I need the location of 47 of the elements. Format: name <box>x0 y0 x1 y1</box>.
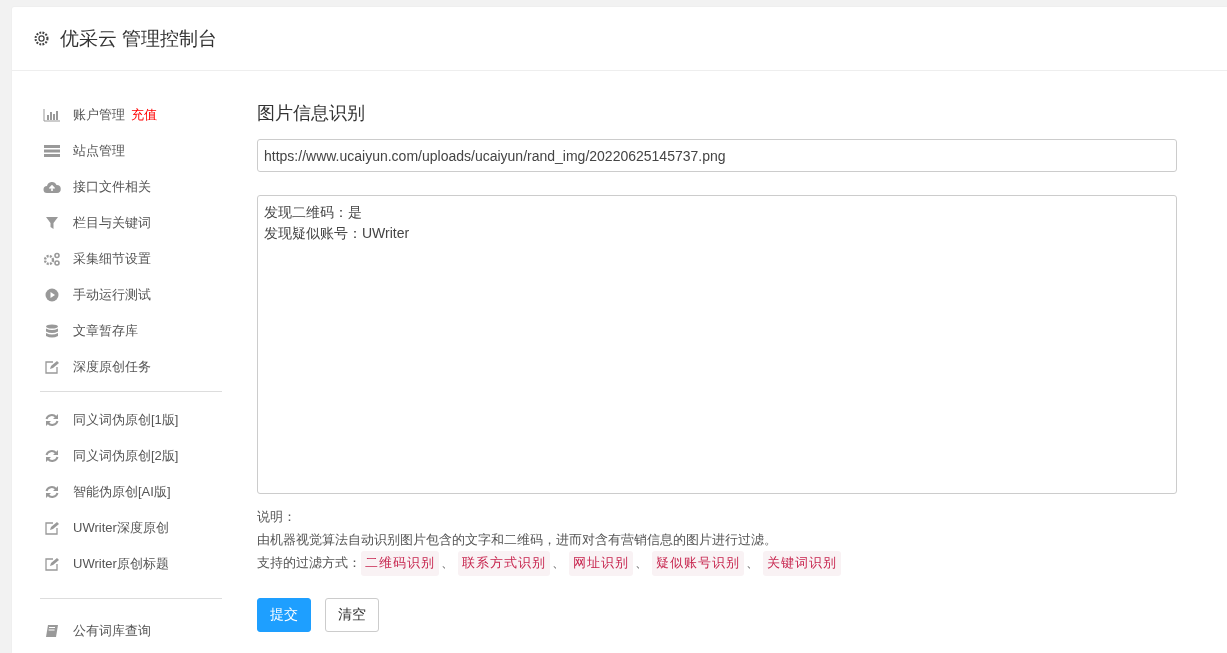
cloud-upload-icon <box>43 180 61 194</box>
description-text: 由机器视觉算法自动识别图片包含的文字和二维码，进而对含有营销信息的图片进行过滤。 <box>257 530 777 549</box>
filter-tag: 联系方式识别 <box>458 551 550 576</box>
sidebar-item[interactable]: 同义词伪原创[2版] <box>40 438 179 474</box>
play-icon <box>43 288 61 302</box>
notes-heading: 说明： <box>257 508 296 526</box>
filter-icon <box>43 216 61 230</box>
sidebar-item[interactable]: 采集细节设置 <box>40 241 151 277</box>
recharge-link[interactable]: 充值 <box>131 106 157 124</box>
app-title: 优采云 管理控制台 <box>60 26 218 51</box>
filter-tag: 关键词识别 <box>763 551 841 576</box>
separator-mark: 、 <box>634 554 649 572</box>
bar-chart-icon <box>43 108 61 122</box>
sidebar-item[interactable]: 深度原创任务 <box>40 349 151 385</box>
sidebar-item[interactable]: 接口文件相关 <box>40 169 151 205</box>
sidebar-item[interactable]: 手动运行测试 <box>40 277 151 313</box>
refresh-icon <box>43 485 61 499</box>
separator-mark: 、 <box>745 554 760 572</box>
sidebar-item[interactable]: 同义词伪原创[1版] <box>40 402 179 438</box>
filter-tag: 疑似账号识别 <box>652 551 744 576</box>
refresh-icon <box>43 449 61 463</box>
sidebar-item[interactable]: 公有词库查询 <box>40 613 151 649</box>
edit-icon <box>43 521 61 535</box>
filter-tag: 二维码识别 <box>361 551 439 576</box>
sidebar-item[interactable]: UWriter原创标题 <box>40 546 169 582</box>
result-field[interactable]: 发现二维码：是 发现疑似账号：UWriter <box>257 195 1177 494</box>
separator-mark: 、 <box>551 554 566 572</box>
sidebar-item[interactable]: 文章暂存库 <box>40 313 138 349</box>
settings-icon <box>33 30 50 47</box>
book-icon <box>43 624 61 638</box>
url-field[interactable]: https://www.ucaiyun.com/uploads/ucaiyun/rand_img/20220625145737.png <box>257 139 1177 172</box>
filter-tag: 网址识别 <box>569 551 633 576</box>
edit-icon <box>43 557 61 571</box>
sidebar-item[interactable]: 账户管理 <box>40 97 125 133</box>
clear-button[interactable]: 清空 <box>325 597 379 632</box>
panel-title: 图片信息识别 <box>257 102 366 125</box>
sidebar-item[interactable]: 智能伪原创[AI版] <box>40 474 171 510</box>
filter-label: 支持的过滤方式： <box>257 554 361 572</box>
sidebar-item[interactable]: 栏目与关键词 <box>40 205 151 241</box>
server-icon <box>43 144 61 158</box>
refresh-icon <box>43 413 61 427</box>
edit-icon <box>43 360 61 374</box>
gears-icon <box>43 252 61 266</box>
sidebar-item[interactable]: 站点管理 <box>40 133 125 169</box>
separator-mark: 、 <box>440 554 455 572</box>
sidebar-item[interactable]: UWriter深度原创 <box>40 510 169 546</box>
database-icon <box>43 324 61 338</box>
